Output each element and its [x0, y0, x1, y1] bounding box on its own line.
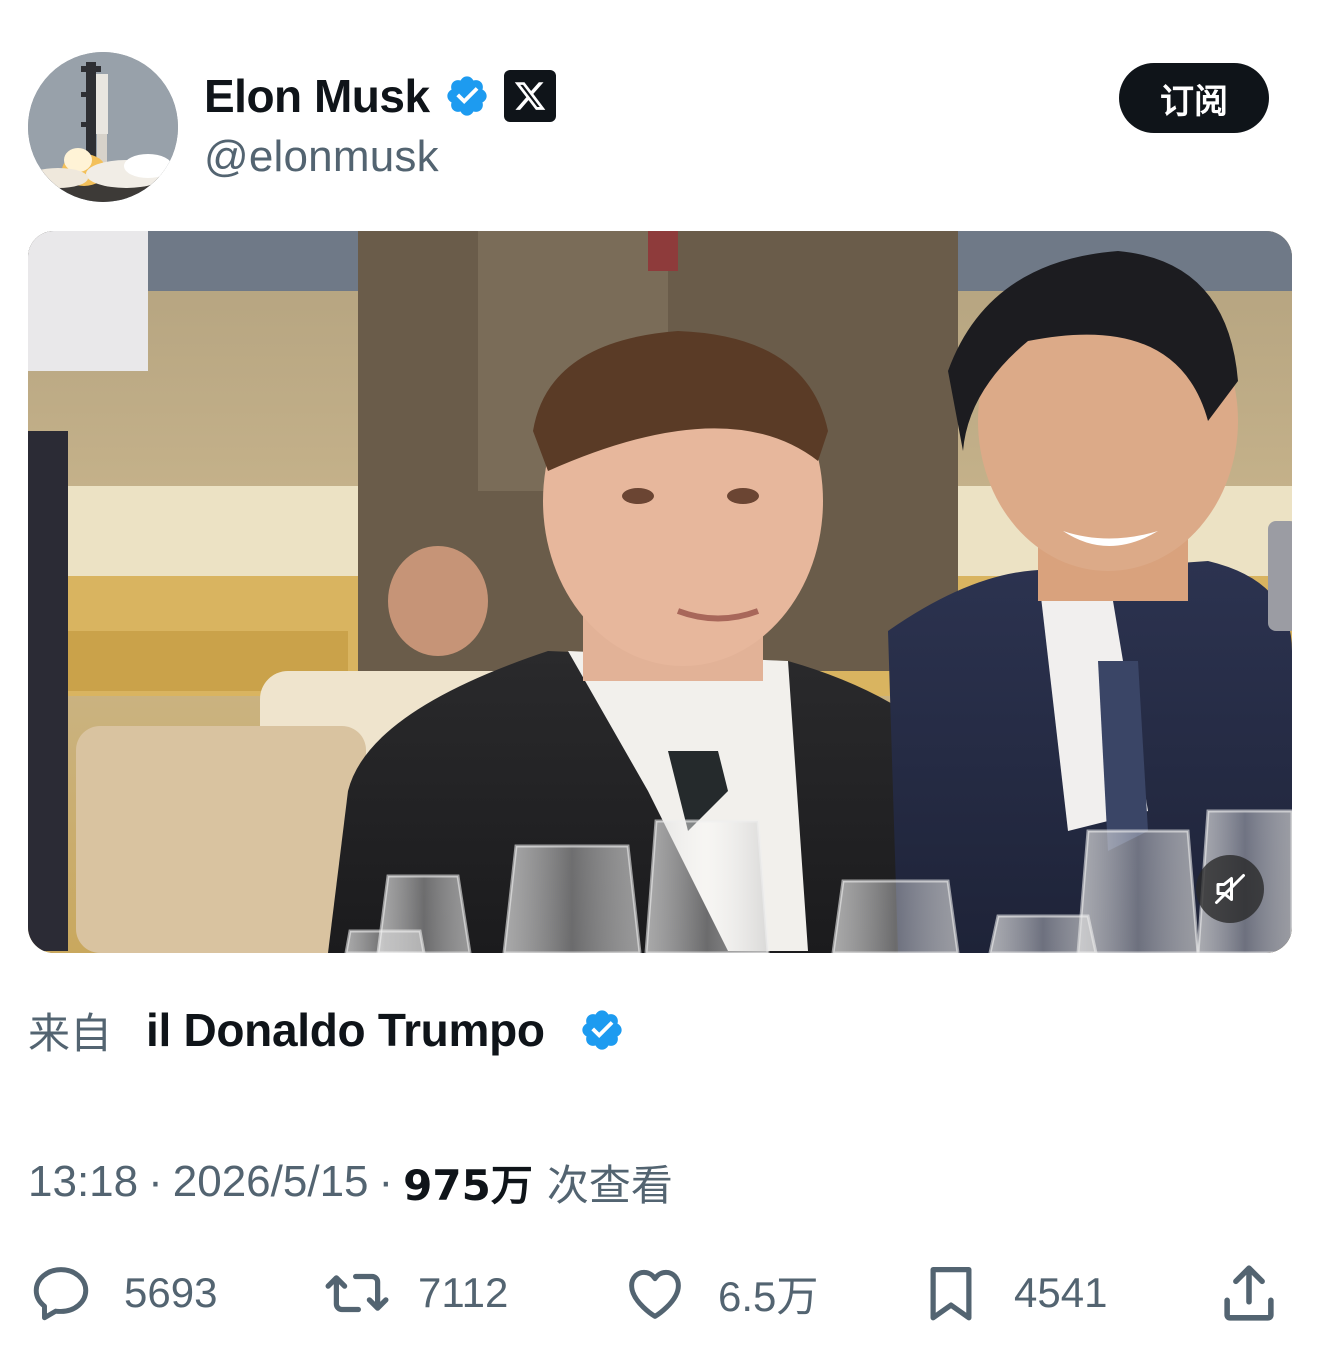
bookmark-count: 4541	[1014, 1269, 1108, 1316]
attribution-prefix: 来自	[28, 1008, 113, 1058]
share-button[interactable]	[1214, 1258, 1284, 1328]
video-player[interactable]	[28, 231, 1292, 953]
muted-speaker-icon	[1215, 874, 1245, 904]
author-name-row: Elon Musk	[204, 64, 556, 128]
post-meta: 13:18 · 2026/5/15 · 975万 次查看	[28, 1152, 673, 1212]
video-attribution: 来自 il Donaldo Trumpo	[28, 1000, 625, 1060]
post-date[interactable]: 2026/5/15	[173, 1157, 369, 1207]
author-display-name[interactable]: Elon Musk	[204, 69, 430, 123]
reply-button[interactable]: 5693	[28, 1258, 217, 1328]
repost-count: 7112	[418, 1269, 509, 1316]
x-logo-icon[interactable]	[503, 70, 556, 122]
views-label: 次查看	[546, 1160, 673, 1210]
bookmark-icon	[930, 1267, 972, 1321]
share-icon	[1224, 1265, 1274, 1321]
like-button[interactable]: 6.5万	[622, 1258, 818, 1328]
attribution-source-name[interactable]: il Donaldo Trumpo	[146, 1003, 545, 1057]
verified-badge-icon[interactable]	[444, 73, 490, 119]
rocket-launch-avatar-icon	[28, 52, 178, 202]
meta-separator: ·	[148, 1157, 163, 1206]
subscribe-button[interactable]: 订阅	[1119, 63, 1269, 133]
reply-icon	[33, 1267, 89, 1321]
post-time[interactable]: 13:18	[28, 1157, 138, 1207]
repost-button[interactable]: 7112	[322, 1258, 508, 1328]
views-count[interactable]: 975万	[403, 1152, 533, 1213]
video-frame	[28, 231, 1292, 953]
mute-toggle-button[interactable]	[1196, 855, 1264, 923]
heart-icon	[629, 1269, 681, 1319]
verified-badge-icon	[579, 1007, 625, 1053]
action-bar: 5693 7112 6.5万 4541	[0, 1258, 1320, 1328]
author-handle[interactable]: @elonmusk	[204, 132, 439, 182]
like-count: 6.5万	[718, 1272, 819, 1320]
avatar[interactable]	[28, 52, 178, 202]
reply-count: 5693	[124, 1269, 218, 1316]
meta-separator: ·	[378, 1157, 394, 1206]
repost-icon	[325, 1273, 389, 1313]
bookmark-button[interactable]: 4541	[918, 1258, 1107, 1328]
